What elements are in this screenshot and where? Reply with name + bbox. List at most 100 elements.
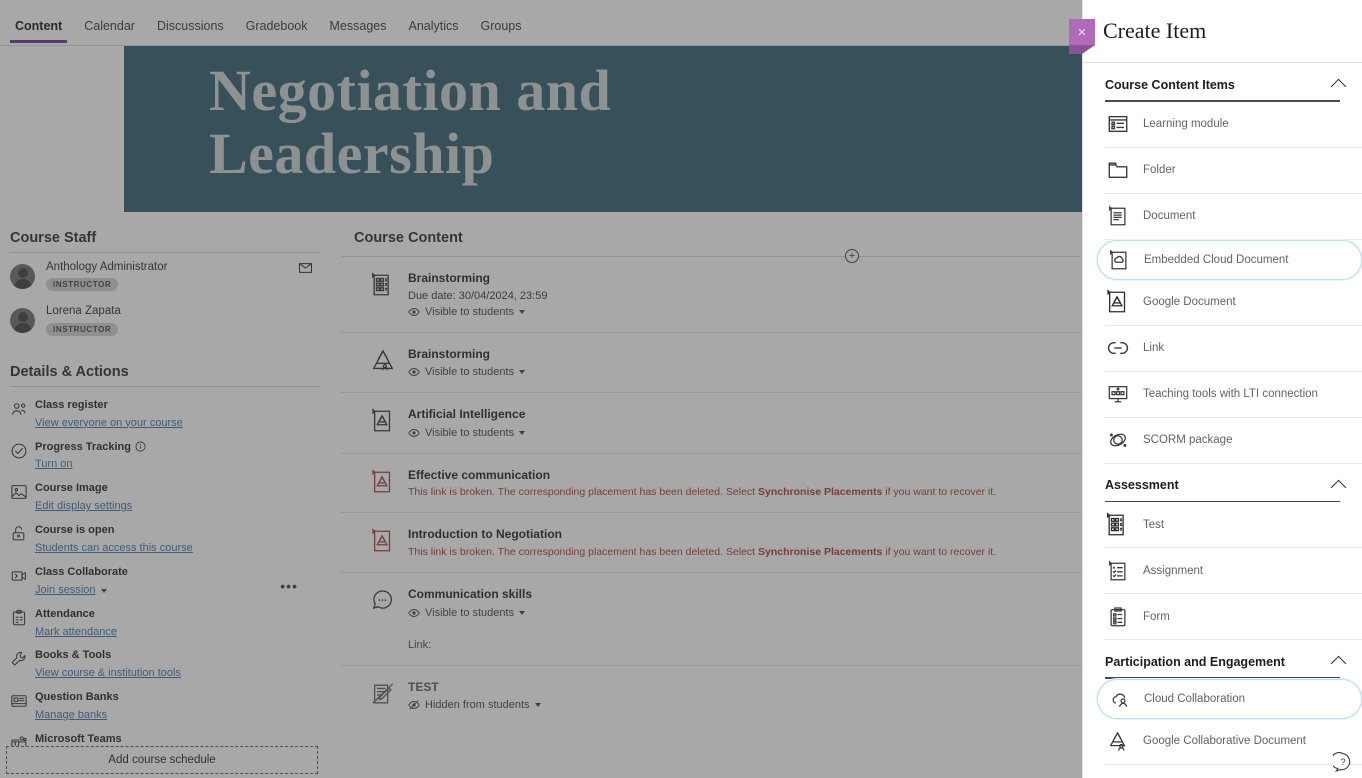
details-action-link[interactable]: Mark attendance	[35, 625, 117, 641]
details-action-label: Class Collaborate	[35, 565, 128, 578]
attendance-icon	[10, 607, 30, 627]
course-content-item[interactable]: Communication skills Visible to students L…	[340, 571, 1082, 665]
create-item-document[interactable]: Document	[1105, 194, 1362, 240]
google-document-broken-icon	[370, 527, 398, 558]
chevron-down-icon[interactable]	[519, 370, 526, 375]
visibility-toggle[interactable]: Visible to students	[408, 366, 1082, 378]
details-action-label: Class register	[35, 398, 108, 411]
course-content-item[interactable]: Brainstorming Due date: 30/04/2024, 23:59…	[340, 257, 1082, 332]
course-content-item[interactable]: Introduction to Negotiation This link is …	[340, 512, 1082, 572]
chevron-down-icon[interactable]	[519, 610, 526, 615]
help-icon[interactable]: ?	[1333, 752, 1353, 772]
banner-line-2: Leadership	[209, 120, 495, 186]
lti-icon	[1105, 383, 1131, 405]
course-content-title: Course Content	[354, 230, 463, 246]
create-item-embedded-cloud-document[interactable]: Embedded Cloud Document	[1097, 239, 1362, 280]
create-item-scroll[interactable]: Course Content Items Learning module Folde…	[1083, 63, 1362, 778]
course-content-item[interactable]: TEST Hidden from students	[340, 664, 1082, 726]
create-item-folder[interactable]: Folder	[1105, 148, 1362, 194]
details-action-label: Books & Tools	[35, 649, 112, 662]
visibility-toggle[interactable]: Hidden from students	[408, 699, 1082, 711]
chevron-up-icon[interactable]	[1330, 78, 1347, 95]
tab-messages[interactable]: Messages	[319, 10, 398, 43]
details-action-link[interactable]: View everyone on your course	[35, 416, 183, 432]
details-action-item: Books & Tools View course & institution t…	[10, 643, 320, 685]
tab-groups[interactable]: Groups	[470, 10, 533, 43]
tab-content[interactable]: Content	[4, 10, 73, 43]
create-item-learning-module[interactable]: Learning module	[1105, 102, 1362, 148]
learning-module-icon	[1105, 113, 1131, 135]
create-item-label: Link	[1143, 342, 1165, 355]
create-item-label: Test	[1143, 518, 1165, 531]
banner-line-1: Negotiation and	[209, 58, 612, 123]
chevron-down-icon[interactable]	[519, 309, 526, 314]
close-panel-button[interactable]: ×	[1069, 19, 1095, 54]
details-action-label: Microsoft Teams	[35, 733, 122, 745]
details-action-label: Attendance	[35, 607, 95, 620]
details-action-link[interactable]: Manage banks	[35, 708, 107, 724]
info-icon[interactable]	[135, 441, 146, 452]
course-content-item[interactable]: Effective communication This link is brok…	[340, 452, 1082, 513]
details-action-item: Progress Tracking Turn on	[10, 435, 320, 477]
details-action-item: Attendance Mark attendance	[10, 602, 320, 644]
google-document-icon	[1105, 289, 1131, 315]
question-bank-icon	[10, 690, 30, 710]
course-content-item[interactable]: Brainstorming Visible to students	[340, 331, 1082, 393]
course-staff-list: Anthology Administrator INSTRUCTOR Lorena …	[10, 253, 320, 342]
create-item-label: Google Collaborative Document	[1143, 735, 1307, 748]
panel-group-header[interactable]: Participation and Engagement	[1083, 640, 1362, 677]
content-item-title: Effective communication	[408, 467, 551, 482]
panel-title: Create Item	[1103, 18, 1207, 43]
details-actions-title: Details & Actions	[10, 363, 129, 380]
create-item-form[interactable]: Form	[1105, 594, 1362, 641]
tab-calendar[interactable]: Calendar	[73, 10, 146, 43]
visibility-toggle[interactable]: Visible to students	[408, 306, 1082, 318]
visibility-toggle[interactable]: Visible to students	[408, 607, 1082, 619]
panel-group-header[interactable]: Assessment	[1083, 464, 1362, 501]
create-item-link[interactable]: Link	[1105, 326, 1362, 372]
create-item-test[interactable]: Test	[1105, 502, 1362, 549]
create-item-google-document[interactable]: Google Document	[1105, 280, 1362, 326]
details-action-link[interactable]: Turn on	[35, 457, 73, 473]
create-item-scorm-package[interactable]: SCORM package	[1105, 418, 1362, 464]
left-sidebar: Course Staff Anthology Administrator INST…	[0, 212, 330, 778]
details-action-item: Class register View everyone on your cour…	[10, 393, 320, 435]
chevron-up-icon[interactable]	[1330, 655, 1347, 672]
create-item-teaching-tools-with-lti-connection[interactable]: Teaching tools with LTI connection	[1105, 372, 1362, 418]
details-action-link[interactable]: Edit display settings	[35, 499, 132, 515]
create-item-label: Assignment	[1143, 564, 1204, 577]
details-action-link[interactable]: View course & institution tools	[35, 666, 181, 682]
cloud-collaboration-icon	[1106, 688, 1132, 710]
tab-discussions[interactable]: Discussions	[146, 10, 235, 43]
create-item-header: Create Item	[1083, 0, 1362, 62]
avatar	[10, 308, 35, 334]
google-drive-icon	[370, 347, 398, 379]
create-item-label: Google Document	[1143, 296, 1236, 309]
google-collab-doc-icon	[1105, 730, 1131, 752]
course-content-item[interactable]: Artificial Intelligence Visible to studen…	[340, 392, 1082, 453]
test-icon	[370, 271, 398, 318]
details-action-link[interactable]: Students can access this course	[35, 541, 193, 557]
chevron-down-icon[interactable]	[519, 430, 526, 435]
panel-group-header[interactable]: Course Content Items	[1083, 63, 1362, 100]
create-item-assignment[interactable]: Assignment	[1105, 548, 1362, 595]
envelope-icon[interactable]	[299, 263, 312, 273]
chevron-down-icon[interactable]	[100, 588, 107, 593]
create-item-cloud-collaboration[interactable]: Cloud Collaboration	[1097, 678, 1362, 719]
visibility-toggle[interactable]: Visible to students	[408, 427, 1082, 439]
tab-analytics[interactable]: Analytics	[397, 10, 469, 43]
eye-icon	[408, 607, 420, 619]
tab-gradebook[interactable]: Gradebook	[235, 10, 319, 43]
add-course-schedule-button[interactable]: Add course schedule	[6, 746, 318, 774]
overflow-menu-button[interactable]: •••	[280, 578, 298, 594]
course-staff-title: Course Staff	[10, 230, 97, 246]
create-item-google-collaborative-document[interactable]: Google Collaborative Document	[1105, 719, 1362, 765]
staff-member-row[interactable]: Anthology Administrator INSTRUCTOR	[10, 253, 320, 297]
staff-member-row[interactable]: Lorena Zapata INSTRUCTOR	[10, 297, 320, 341]
create-item-label: Teaching tools with LTI connection	[1143, 388, 1318, 401]
details-action-link[interactable]: Join session	[35, 583, 96, 599]
details-action-label: Progress Tracking	[35, 440, 320, 455]
chevron-up-icon[interactable]	[1330, 479, 1347, 495]
chevron-down-icon[interactable]	[534, 703, 541, 708]
course-content-list: Brainstorming Due date: 30/04/2024, 23:59…	[340, 257, 1082, 725]
